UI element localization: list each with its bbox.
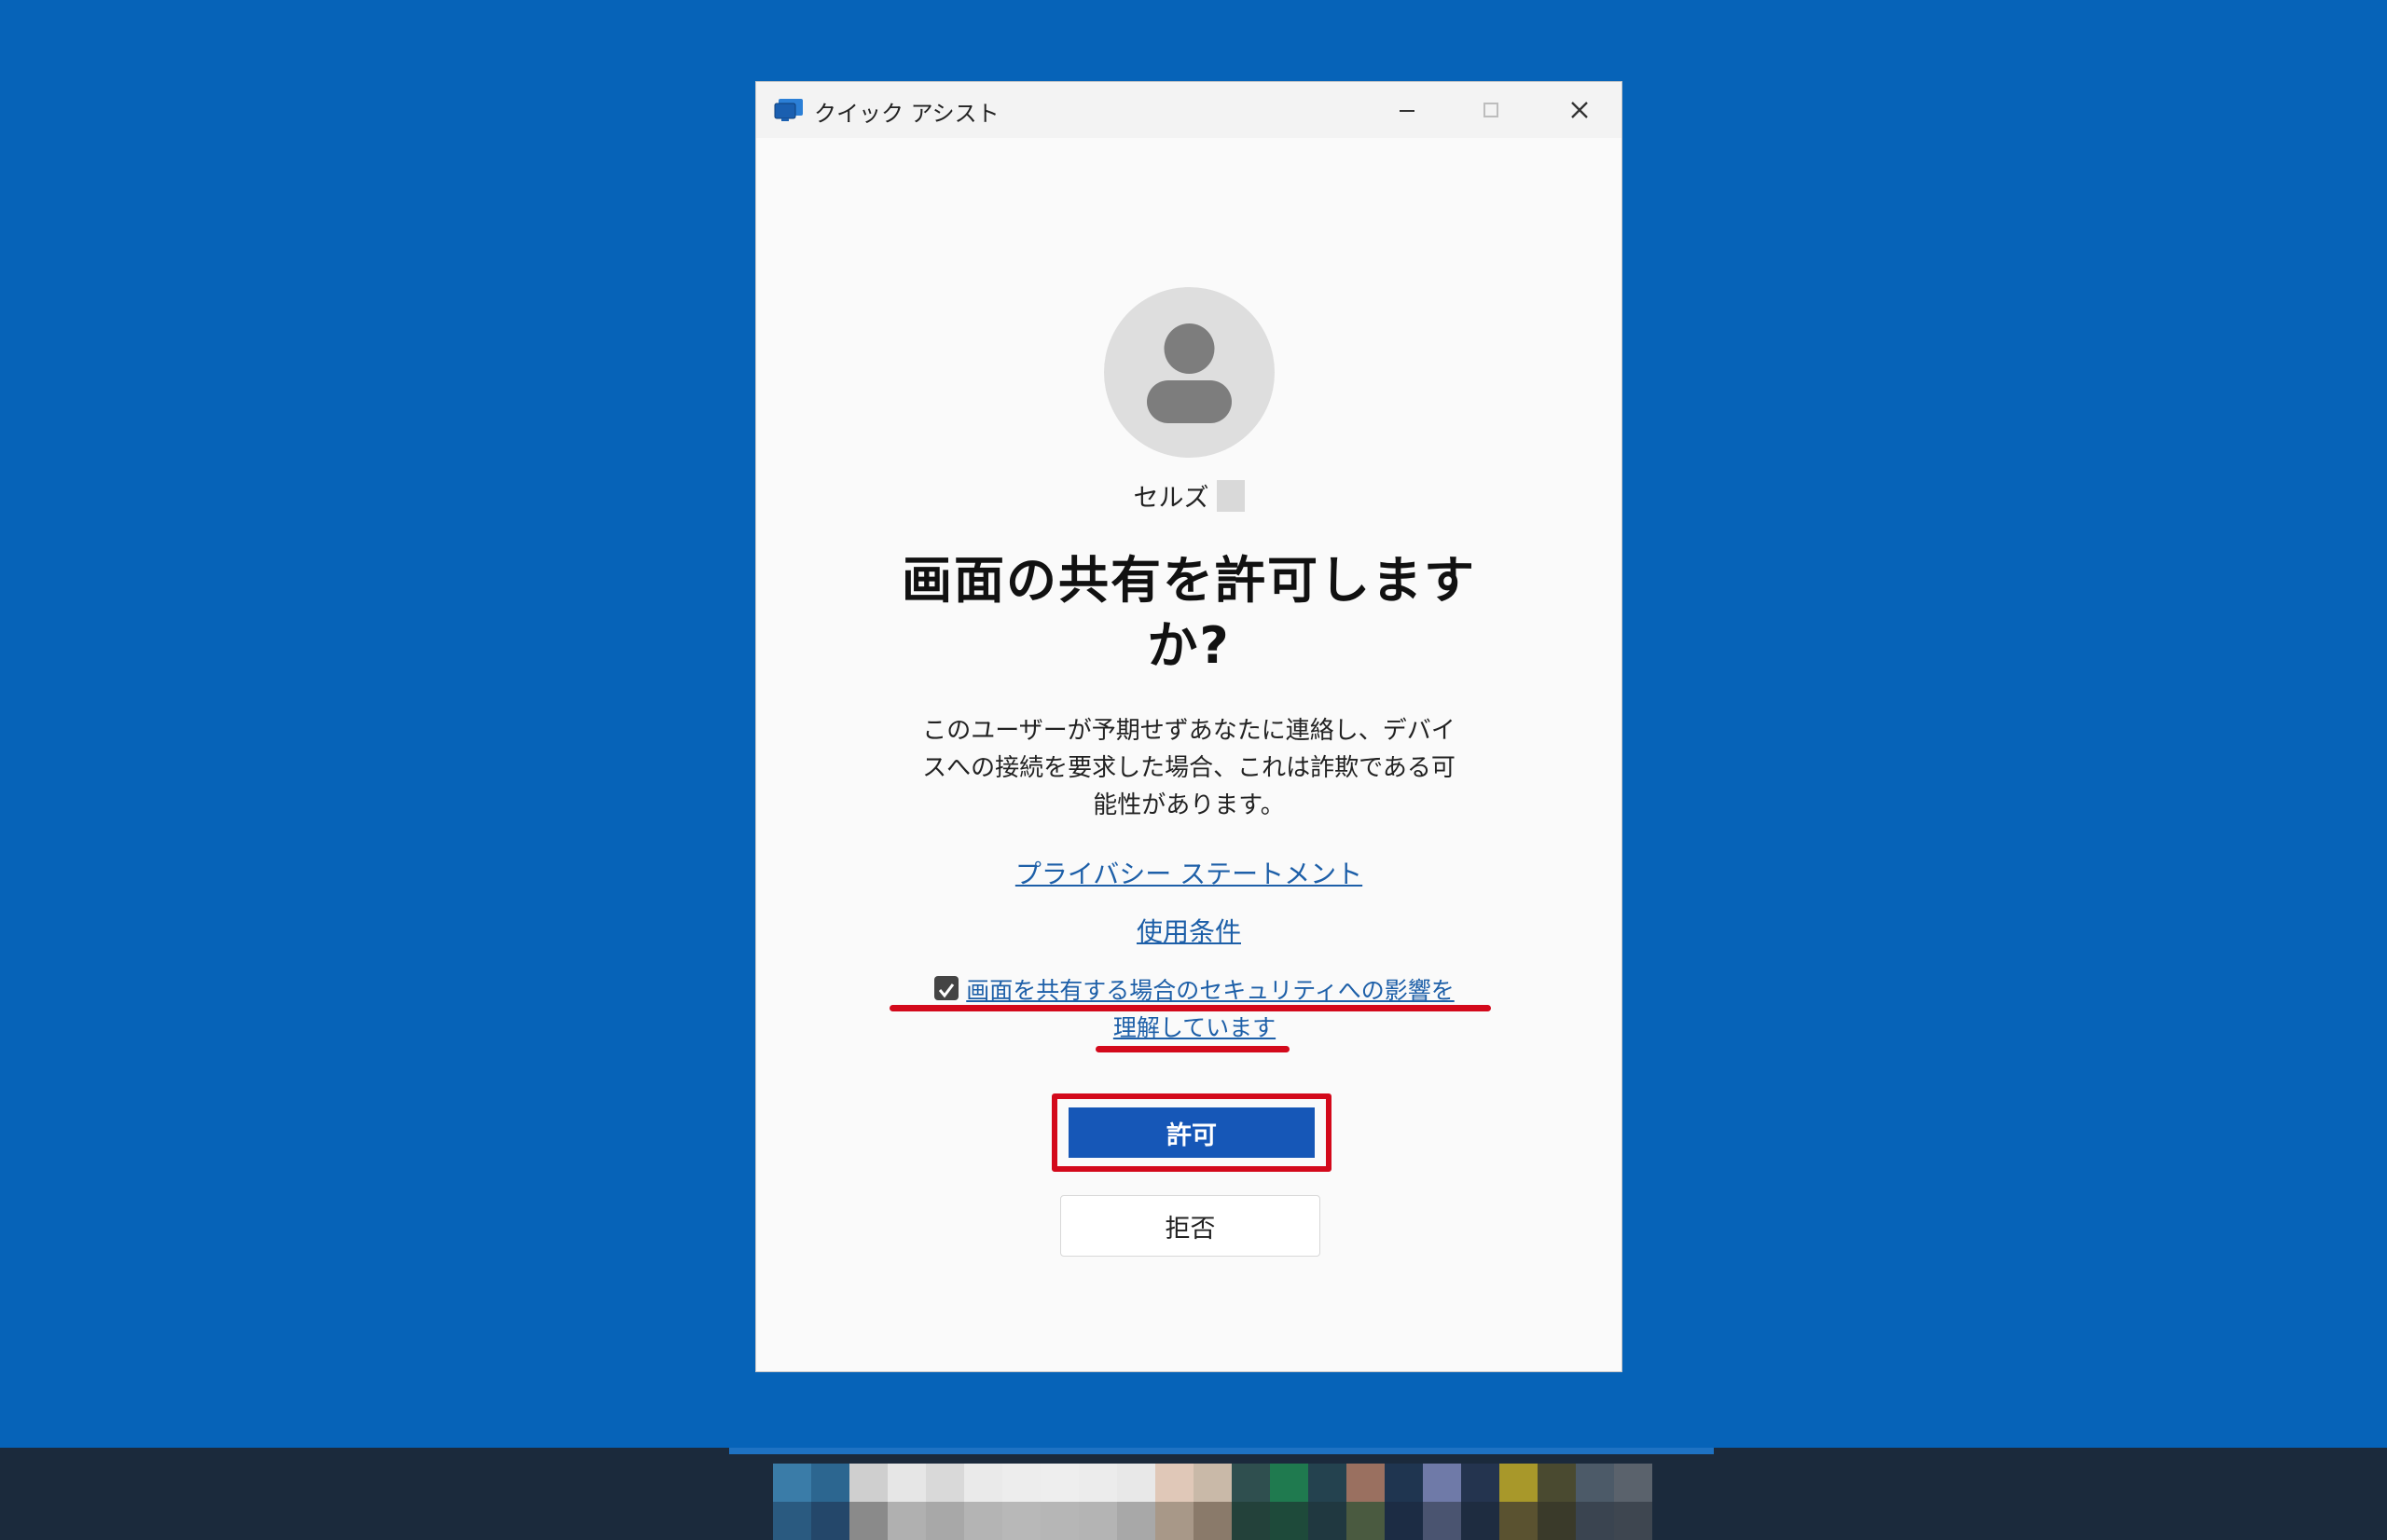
taskbar (0, 1448, 2387, 1540)
maximize-button[interactable] (1449, 82, 1533, 138)
allow-highlight-frame: 許可 (1052, 1093, 1331, 1172)
checkmark-icon (939, 983, 955, 998)
mosaic-cell (1002, 1464, 1041, 1502)
mosaic-cell (1232, 1464, 1270, 1502)
mosaic-cell (888, 1502, 926, 1540)
window-title: クイック アシスト (814, 101, 1000, 127)
mosaic-cell (773, 1502, 811, 1540)
highlight-underline (890, 1005, 1491, 1011)
mosaic-cell (773, 1464, 811, 1502)
mosaic-cell (1346, 1502, 1385, 1540)
heading-line-2: か? (1147, 616, 1231, 675)
minimize-button[interactable] (1365, 82, 1449, 138)
user-avatar (1104, 287, 1275, 458)
mosaic-cell (1002, 1502, 1041, 1540)
mosaic-cell (1538, 1502, 1576, 1540)
mosaic-cell (1346, 1464, 1385, 1502)
privacy-statement-link[interactable]: プライバシー ステートメント (756, 854, 1621, 891)
mosaic-cell (1461, 1464, 1499, 1502)
quick-assist-icon (774, 99, 803, 121)
mosaic-cell (1423, 1464, 1461, 1502)
mosaic-cell (811, 1502, 849, 1540)
mosaic-cell (1270, 1502, 1308, 1540)
mosaic-cell (1194, 1464, 1232, 1502)
mosaic-cell (1041, 1502, 1079, 1540)
deny-button[interactable]: 拒否 (1060, 1195, 1320, 1257)
maximize-icon (1483, 103, 1498, 117)
highlight-underline (1096, 1046, 1290, 1052)
warning-line-3: 能性があります。 (1093, 791, 1285, 819)
minimize-icon (1400, 110, 1414, 112)
close-icon (1571, 102, 1588, 118)
warning-text: このユーザーが予期せずあなたに連絡し、デバイ スへの接続を要求した場合、これは詐… (896, 712, 1482, 824)
mosaic-cell (1079, 1464, 1117, 1502)
mosaic-cell (1614, 1464, 1652, 1502)
mosaic-cell (849, 1464, 888, 1502)
warning-line-1: このユーザーが予期せずあなたに連絡し、デバイ (922, 717, 1456, 745)
mosaic-cell (1194, 1502, 1232, 1540)
mosaic-cell (1499, 1502, 1538, 1540)
mosaic-cell (1270, 1464, 1308, 1502)
mosaic-cell (1385, 1464, 1423, 1502)
mosaic-cell (1079, 1502, 1117, 1540)
redacted-block (1216, 480, 1245, 512)
user-name: セルズ (756, 477, 1621, 514)
mosaic-cell (964, 1502, 1002, 1540)
mosaic-cell (926, 1502, 964, 1540)
acknowledge-label-line-1[interactable]: 画面を共有する場合のセキュリティへの影響を (966, 977, 1455, 1004)
mosaic-cell (888, 1464, 926, 1502)
taskbar-accent-line (729, 1448, 1714, 1454)
dialog-heading: 画面の共有を許可します か? (868, 548, 1510, 679)
mosaic-cell (1576, 1502, 1614, 1540)
mosaic-cell (1155, 1464, 1194, 1502)
pixelated-taskbar-icons (773, 1464, 1652, 1540)
mosaic-cell (1232, 1502, 1270, 1540)
acknowledge-label-line-2[interactable]: 理解しています (1113, 1014, 1276, 1041)
allow-button[interactable]: 許可 (1069, 1107, 1315, 1158)
heading-line-1: 画面の共有を許可します (902, 551, 1476, 610)
user-name-text: セルズ (1133, 484, 1209, 513)
terms-of-use-link[interactable]: 使用条件 (756, 912, 1621, 949)
mosaic-cell (964, 1464, 1002, 1502)
mosaic-cell (1538, 1464, 1576, 1502)
mosaic-cell (1308, 1502, 1346, 1540)
mosaic-cell (1155, 1502, 1194, 1540)
mosaic-cell (1576, 1464, 1614, 1502)
mosaic-cell (926, 1464, 964, 1502)
mosaic-cell (1308, 1464, 1346, 1502)
mosaic-cell (849, 1502, 888, 1540)
acknowledge-checkbox[interactable] (934, 976, 959, 1000)
mosaic-cell (1461, 1502, 1499, 1540)
person-icon (1147, 323, 1232, 423)
mosaic-cell (1423, 1502, 1461, 1540)
warning-line-2: スへの接続を要求した場合、これは詐欺である可 (922, 754, 1456, 782)
mosaic-cell (1614, 1502, 1652, 1540)
title-bar[interactable]: クイック アシスト (756, 82, 1621, 138)
mosaic-cell (1499, 1464, 1538, 1502)
close-button[interactable] (1538, 82, 1621, 138)
mosaic-cell (1117, 1502, 1155, 1540)
mosaic-cell (811, 1464, 849, 1502)
quick-assist-window: クイック アシスト セルズ 画面の共有を許可します か? このユーザーが予期せず… (756, 82, 1621, 1371)
mosaic-cell (1041, 1464, 1079, 1502)
mosaic-cell (1117, 1464, 1155, 1502)
mosaic-cell (1385, 1502, 1423, 1540)
